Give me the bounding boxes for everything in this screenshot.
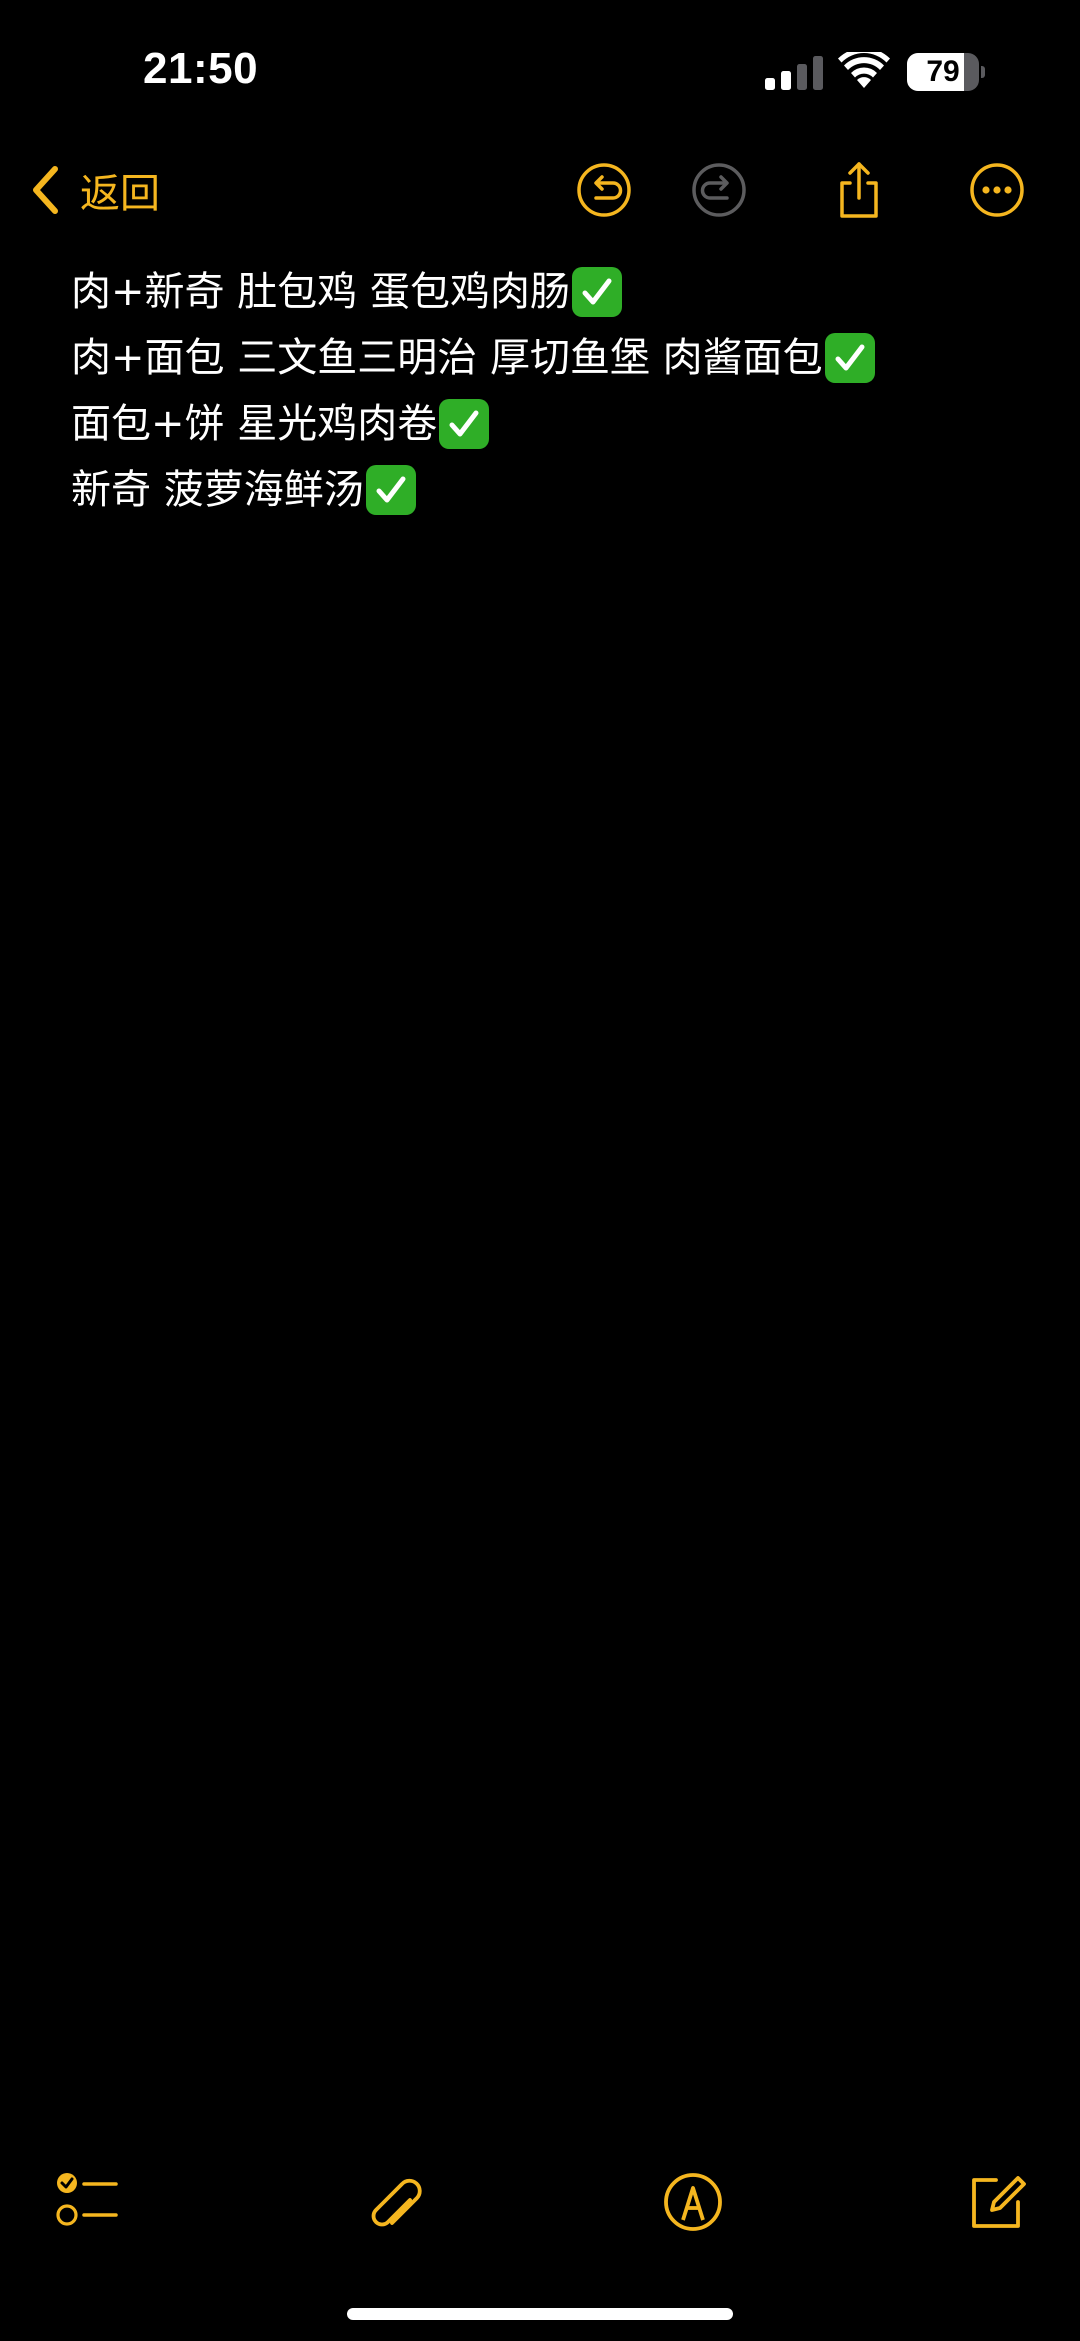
checklist-icon	[56, 2173, 118, 2226]
battery-body: 79	[907, 53, 979, 91]
note-line: 面包+饼 星光鸡肉卷	[71, 391, 1051, 457]
green-check-box-icon	[824, 333, 875, 383]
cellular-signal-icon	[765, 56, 823, 90]
back-button[interactable]: 返回	[28, 160, 160, 220]
attachment-button[interactable]	[362, 2170, 426, 2234]
note-line-text: 肉+面包 三文鱼三明治 厚切鱼堡 肉酱面包	[71, 335, 823, 381]
back-button-label: 返回	[80, 171, 160, 217]
home-indicator[interactable]	[347, 2308, 733, 2320]
redo-button[interactable]	[690, 161, 748, 219]
undo-icon	[577, 163, 631, 217]
share-button[interactable]	[830, 161, 888, 219]
undo-button[interactable]	[575, 161, 633, 219]
battery-level: 79	[926, 55, 960, 88]
green-check-box-icon	[439, 399, 490, 449]
redo-icon	[692, 163, 746, 217]
note-line-text: 面包+饼 星光鸡肉卷	[71, 401, 438, 447]
green-check-box-icon	[571, 267, 622, 317]
markup-pen-icon	[664, 2173, 722, 2231]
more-options-button[interactable]	[968, 161, 1026, 219]
note-body[interactable]: 肉+新奇 肚包鸡 蛋包鸡肉肠 肉+面包 三文鱼三明治 厚切鱼堡 肉酱面包 面包+…	[71, 259, 1051, 523]
note-line: 肉+新奇 肚包鸡 蛋包鸡肉肠	[71, 259, 1051, 325]
compose-icon	[972, 2176, 1026, 2228]
wifi-icon	[838, 52, 890, 88]
note-line-text: 新奇 菠萝海鲜汤	[71, 467, 364, 513]
more-options-icon	[970, 163, 1024, 217]
note-line-text: 肉+新奇 肚包鸡 蛋包鸡肉肠	[71, 269, 570, 315]
share-icon	[840, 162, 878, 218]
green-check-box-icon	[365, 465, 416, 515]
battery-indicator: 79	[907, 53, 985, 91]
status-time: 21:50	[143, 44, 259, 93]
compose-button[interactable]	[966, 2170, 1030, 2234]
battery-cap	[981, 66, 985, 78]
paperclip-icon	[371, 2178, 422, 2227]
chevron-left-icon	[33, 166, 58, 214]
checklist-button[interactable]	[54, 2170, 118, 2234]
note-line: 新奇 菠萝海鲜汤	[71, 457, 1051, 523]
note-line: 肉+面包 三文鱼三明治 厚切鱼堡 肉酱面包	[71, 325, 1051, 391]
markup-button[interactable]	[661, 2170, 725, 2234]
